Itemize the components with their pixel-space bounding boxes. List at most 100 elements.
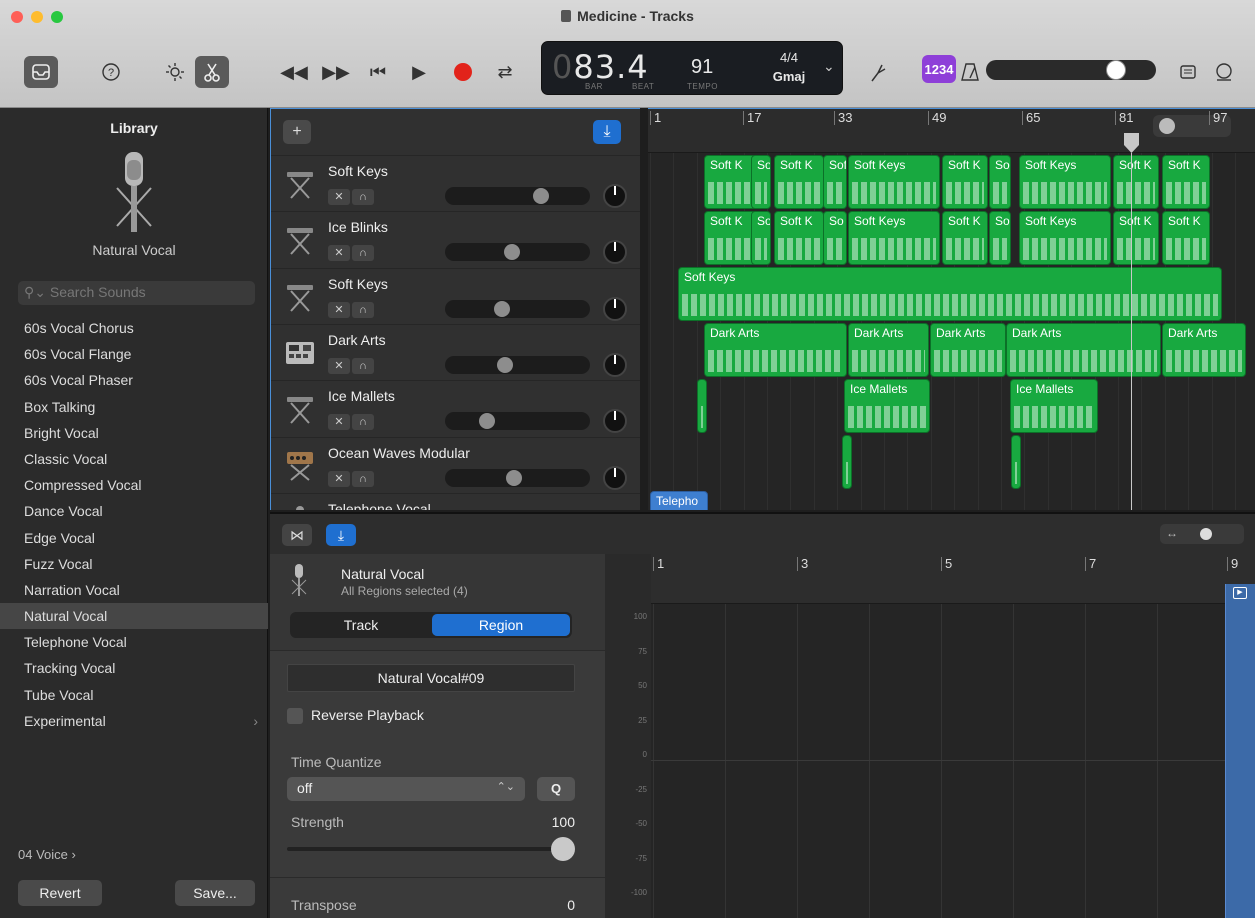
arrange-zoom-knob[interactable] [1159, 118, 1175, 134]
record-button[interactable] [449, 56, 477, 88]
timeline-ruler[interactable]: 1 17 33 49 65 81 97 [648, 109, 1255, 153]
track-volume-slider[interactable] [445, 299, 590, 318]
track-region[interactable]: Soft K [1162, 155, 1210, 209]
count-in-button[interactable]: 1234 [922, 55, 956, 83]
track-region[interactable]: Soft Keys [848, 155, 940, 209]
mute-button[interactable]: ✕ [328, 245, 350, 262]
tuner-button[interactable] [864, 56, 892, 88]
region-name-field[interactable]: Natural Vocal#09 [287, 664, 575, 692]
editor-filter-button[interactable]: ⋈ [282, 524, 312, 546]
track-header[interactable]: Soft Keys ✕ ∩ [271, 267, 640, 324]
library-item[interactable]: Compressed Vocal [0, 472, 268, 498]
lcd-display[interactable]: 083.4 BAR BEAT 91 TEMPO 4/4 Gmaj ⌄ [541, 41, 843, 95]
track-region[interactable]: Soft Keys [1019, 155, 1111, 209]
track-region[interactable]: Soft K [1113, 211, 1159, 265]
library-item[interactable]: Dance Vocal [0, 498, 268, 524]
arrange-area[interactable]: 1 17 33 49 65 81 97 Soft K So Soft K Sof Soft Keys… [648, 108, 1255, 510]
audio-editor-area[interactable]: 100 75 50 25 0 -25 -50 -75 -100 1 3 5 7 9 ▶ [605, 554, 1255, 918]
playhead[interactable] [1131, 153, 1132, 510]
track-volume-slider[interactable] [445, 355, 590, 374]
catch-playhead-button[interactable]: ⤓ [593, 120, 621, 144]
track-volume-slider[interactable] [445, 243, 590, 262]
track-region[interactable]: So [989, 155, 1011, 209]
track-header[interactable]: Dark Arts ✕ ∩ [271, 323, 640, 380]
library-item[interactable]: 60s Vocal Phaser [0, 367, 268, 393]
play-button[interactable]: ▶ [407, 56, 431, 88]
time-quantize-select[interactable]: off ⌃⌄ [287, 777, 525, 801]
track-region[interactable]: Soft Keys [1019, 211, 1111, 265]
track-region[interactable]: So [823, 211, 847, 265]
mute-button[interactable]: ✕ [328, 357, 350, 374]
pan-knob[interactable] [603, 184, 627, 208]
library-button[interactable] [24, 56, 58, 88]
track-volume-slider[interactable] [445, 468, 590, 487]
editor-catch-button[interactable]: ⤓ [326, 524, 356, 546]
headphones-solo-button[interactable]: ∩ [352, 357, 374, 374]
pan-knob[interactable] [603, 465, 627, 490]
library-item[interactable]: Tracking Vocal [0, 655, 268, 681]
pan-knob[interactable] [603, 240, 627, 265]
master-volume-knob[interactable] [1106, 60, 1126, 80]
track-volume-knob[interactable] [506, 469, 522, 486]
track-region[interactable]: Dark Arts [704, 323, 847, 377]
track-region[interactable]: Dark Arts [848, 323, 929, 377]
library-item[interactable]: Experimental › [0, 708, 268, 734]
track-region[interactable]: Soft K [704, 155, 756, 209]
track-region[interactable]: So [751, 155, 771, 209]
track-volume-knob[interactable] [497, 356, 513, 373]
search-sounds-input[interactable]: ⚲⌄ Search Sounds [18, 281, 255, 305]
track-volume-knob[interactable] [479, 413, 495, 430]
track-volume-slider[interactable] [445, 412, 590, 431]
reverse-playback-checkbox[interactable] [287, 708, 303, 724]
track-region[interactable]: Soft K [1162, 211, 1210, 265]
headphones-solo-button[interactable]: ∩ [352, 245, 374, 262]
master-volume-slider[interactable] [986, 60, 1156, 80]
revert-button[interactable]: Revert [18, 880, 102, 906]
track-region[interactable]: Soft K [942, 211, 988, 265]
track-region[interactable]: Dark Arts [1162, 323, 1246, 377]
track-region[interactable]: Soft Keys [678, 267, 1222, 321]
strength-slider-knob[interactable] [551, 837, 575, 861]
track-region[interactable]: Soft K [774, 155, 824, 209]
track-region[interactable]: Dark Arts [1006, 323, 1161, 377]
library-item[interactable]: 60s Vocal Chorus [0, 315, 268, 341]
library-category-breadcrumb[interactable]: 04 Voice › [18, 847, 76, 862]
library-item[interactable]: Classic Vocal [0, 446, 268, 472]
cycle-button[interactable]: ⇄ [491, 56, 519, 88]
smart-controls-button[interactable] [160, 56, 190, 88]
pan-knob[interactable] [603, 352, 627, 377]
strength-slider[interactable] [287, 837, 575, 861]
mute-button[interactable]: ✕ [328, 414, 350, 431]
track-region[interactable]: Telepho [650, 491, 708, 510]
editor-grid[interactable]: 1 3 5 7 9 ▶ [651, 554, 1255, 918]
editor-region[interactable]: ▶ [1225, 584, 1255, 918]
track-volume-knob[interactable] [533, 188, 549, 204]
save-button[interactable]: Save... [175, 880, 255, 906]
track-region[interactable] [842, 435, 852, 489]
pan-knob[interactable] [603, 409, 627, 434]
editor-zoom-slider[interactable]: ↔ [1160, 524, 1244, 544]
track-region[interactable]: Soft K [774, 211, 824, 265]
track-region[interactable]: Ice Mallets [844, 379, 930, 433]
editor-zoom-knob[interactable] [1200, 528, 1212, 540]
track-header[interactable]: Ice Mallets ✕ ∩ [271, 380, 640, 436]
headphones-solo-button[interactable]: ∩ [352, 189, 374, 205]
editors-button[interactable] [195, 56, 229, 88]
track-header[interactable]: Soft Keys ✕ ∩ [271, 155, 640, 211]
mute-button[interactable]: ✕ [328, 301, 350, 318]
track-region[interactable] [697, 379, 707, 433]
lcd-mode-chevron-icon[interactable]: ⌄ [823, 58, 835, 75]
go-to-beginning-button[interactable]: ⏮ [366, 56, 390, 88]
track-region[interactable]: Dark Arts [930, 323, 1006, 377]
tab-region[interactable]: Region [432, 614, 570, 636]
pan-knob[interactable] [603, 296, 627, 321]
add-track-button[interactable]: + [283, 120, 311, 144]
metronome-button[interactable] [958, 56, 982, 88]
track-volume-knob[interactable] [504, 244, 520, 261]
library-item[interactable]: Edge Vocal [0, 525, 268, 551]
library-item[interactable]: Narration Vocal [0, 577, 268, 603]
track-header[interactable]: Ocean Waves Modular ✕ ∩ [271, 436, 640, 493]
library-item[interactable]: Natural Vocal [0, 603, 268, 630]
headphones-solo-button[interactable]: ∩ [352, 414, 374, 431]
track-region[interactable]: So [751, 211, 771, 265]
